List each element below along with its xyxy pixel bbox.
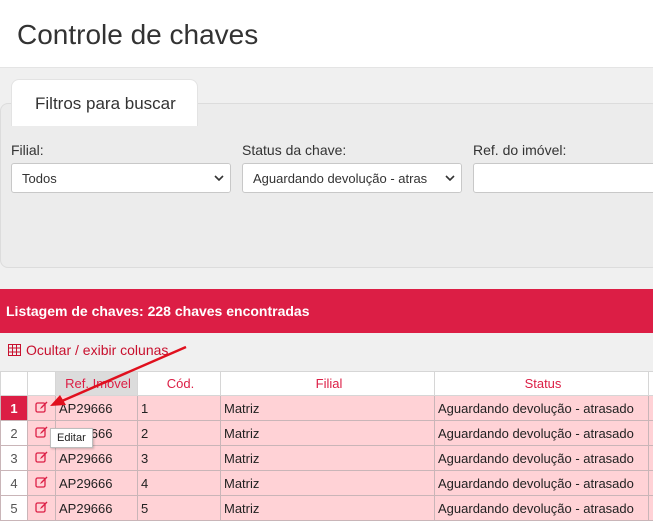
edit-tooltip: Editar xyxy=(50,428,93,448)
cell-filial: Matriz xyxy=(221,421,435,446)
table-row[interactable]: 5 AP29666 5 Matriz Aguardando devolução … xyxy=(1,496,653,521)
cell-filial: Matriz xyxy=(221,496,435,521)
keys-table: Ref. Imóvel Cód. Filial Status 1 AP29666… xyxy=(0,371,653,521)
listing-header: Listagem de chaves: 228 chaves encontrad… xyxy=(0,289,653,333)
cell-cod: 3 xyxy=(138,446,221,471)
chevron-down-icon xyxy=(439,164,461,192)
cell-status: Aguardando devolução - atrasado xyxy=(435,496,649,521)
cell-status: Aguardando devolução - atrasado xyxy=(435,471,649,496)
cell-ref: AP29666 xyxy=(56,496,138,521)
edit-icon[interactable] xyxy=(28,446,56,471)
branch-select[interactable]: Todos xyxy=(11,163,231,193)
edit-icon[interactable] xyxy=(28,496,56,521)
cell-extra xyxy=(649,396,653,421)
column-header-cod[interactable]: Cód. xyxy=(138,372,221,396)
cell-cod: 2 xyxy=(138,421,221,446)
cell-extra xyxy=(649,446,653,471)
table-icon xyxy=(8,344,21,356)
table-row[interactable]: 4 AP29666 4 Matriz Aguardando devolução … xyxy=(1,471,653,496)
page-title: Controle de chaves xyxy=(17,19,258,51)
edit-icon[interactable] xyxy=(28,396,56,421)
row-number-header xyxy=(1,372,28,396)
cell-cod: 4 xyxy=(138,471,221,496)
cell-status: Aguardando devolução - atrasado xyxy=(435,421,649,446)
edit-icon[interactable] xyxy=(28,471,56,496)
cell-extra xyxy=(649,496,653,521)
toggle-columns-label: Ocultar / exibir colunas xyxy=(26,342,168,358)
branch-label: Filial: xyxy=(11,142,44,158)
status-select[interactable]: Aguardando devolução - atras xyxy=(242,163,462,193)
row-number: 2 xyxy=(1,421,28,446)
toggle-columns-link[interactable]: Ocultar / exibir colunas xyxy=(8,342,168,358)
table-row[interactable]: 1 AP29666 1 Matriz Aguardando devolução … xyxy=(1,396,653,421)
filters-tab[interactable]: Filtros para buscar xyxy=(11,79,198,126)
row-number: 1 xyxy=(1,396,28,421)
status-label: Status da chave: xyxy=(242,142,346,158)
cell-cod: 1 xyxy=(138,396,221,421)
edit-header xyxy=(28,372,56,396)
column-header-status[interactable]: Status xyxy=(435,372,649,396)
row-number: 3 xyxy=(1,446,28,471)
column-header-extra[interactable] xyxy=(649,372,653,396)
cell-filial: Matriz xyxy=(221,396,435,421)
cell-extra xyxy=(649,471,653,496)
filters-tab-label: Filtros para buscar xyxy=(35,94,176,113)
cell-ref: AP29666 xyxy=(56,471,138,496)
status-select-value: Aguardando devolução - atras xyxy=(253,171,427,186)
cell-ref: AP29666 xyxy=(56,396,138,421)
ref-input[interactable] xyxy=(473,163,653,193)
cell-cod: 5 xyxy=(138,496,221,521)
cell-status: Aguardando devolução - atrasado xyxy=(435,446,649,471)
cell-status: Aguardando devolução - atrasado xyxy=(435,396,649,421)
cell-ref: AP29666 xyxy=(56,446,138,471)
ref-label: Ref. do imóvel: xyxy=(473,142,566,158)
column-header-ref[interactable]: Ref. Imóvel xyxy=(56,372,138,396)
table-row[interactable]: 2 AP29666 2 Matriz Aguardando devolução … xyxy=(1,421,653,446)
top-bar: Controle de chaves xyxy=(0,0,653,68)
cell-filial: Matriz xyxy=(221,446,435,471)
cell-extra xyxy=(649,421,653,446)
row-number: 4 xyxy=(1,471,28,496)
chevron-down-icon xyxy=(208,164,230,192)
column-header-filial[interactable]: Filial xyxy=(221,372,435,396)
branch-select-value: Todos xyxy=(22,171,57,186)
table-header-row: Ref. Imóvel Cód. Filial Status xyxy=(1,372,653,396)
table-row[interactable]: 3 AP29666 3 Matriz Aguardando devolução … xyxy=(1,446,653,471)
row-number: 5 xyxy=(1,496,28,521)
cell-filial: Matriz xyxy=(221,471,435,496)
